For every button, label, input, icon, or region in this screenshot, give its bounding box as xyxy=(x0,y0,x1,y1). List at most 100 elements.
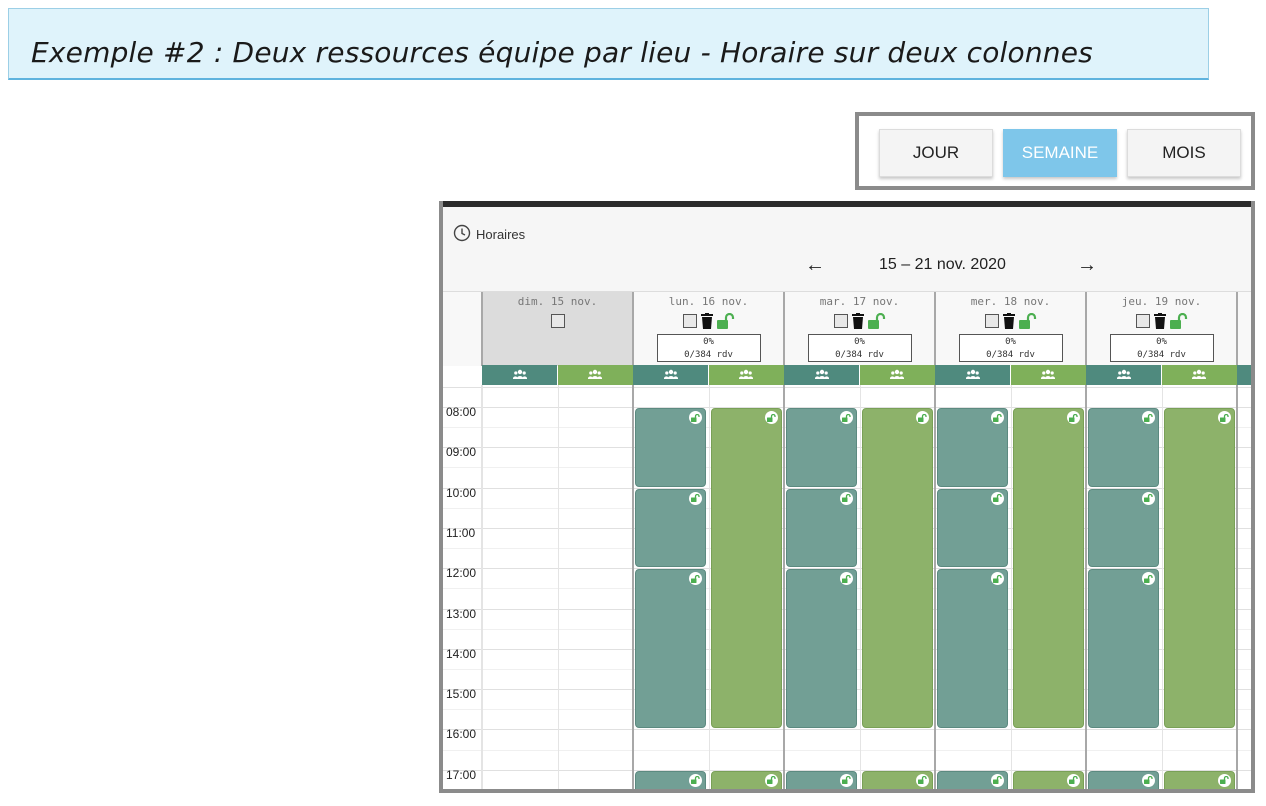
hour-line xyxy=(443,387,1251,388)
team-a-schedule-block[interactable] xyxy=(1088,569,1159,729)
team-b-schedule-block[interactable] xyxy=(1163,770,1235,789)
unlock-icon[interactable] xyxy=(991,411,1004,424)
team-icon xyxy=(965,366,980,384)
team-a-schedule-block[interactable] xyxy=(786,770,857,789)
unlock-icon[interactable] xyxy=(764,773,778,787)
unlock-icon[interactable] xyxy=(915,411,929,424)
select-day-checkbox[interactable] xyxy=(833,314,848,328)
day-label: dim. 15 nov. xyxy=(517,295,598,308)
page-title: Exemple #2 : Deux ressources équipe par … xyxy=(31,36,1093,69)
time-grid: 08:00 09:00 10:00 11:00 12:00 13:00 14:00 15:00… xyxy=(443,385,1251,789)
trash-icon[interactable] xyxy=(851,313,864,329)
half-hour-line xyxy=(443,790,1251,791)
column-line xyxy=(859,385,861,789)
team-a-schedule-block[interactable] xyxy=(786,569,857,729)
day-separator-line xyxy=(1085,385,1087,789)
column-line xyxy=(557,385,559,789)
team-a-schedule-block[interactable] xyxy=(937,408,1008,487)
trash-icon[interactable] xyxy=(1153,313,1166,329)
column-line xyxy=(1010,385,1012,789)
day-separator-line xyxy=(934,385,936,789)
team-a-schedule-block[interactable] xyxy=(937,488,1008,568)
team-a-schedule-block[interactable] xyxy=(1088,770,1159,789)
unlock-icon[interactable] xyxy=(840,572,853,586)
unlock-icon[interactable] xyxy=(915,773,929,787)
team-a-schedule-block[interactable] xyxy=(635,770,706,789)
unlock-icon[interactable] xyxy=(840,491,853,505)
appointment-count: 0/384 rdv xyxy=(835,350,884,360)
unlock-icon[interactable] xyxy=(1142,773,1155,787)
select-day-checkbox[interactable] xyxy=(682,314,697,328)
clock-icon xyxy=(453,224,471,242)
previous-week-arrow-icon[interactable]: ← xyxy=(805,254,825,277)
trash-icon[interactable] xyxy=(700,313,713,329)
unlock-icon[interactable] xyxy=(1142,572,1155,586)
team-icon xyxy=(663,366,678,384)
unlock-icon[interactable] xyxy=(689,572,702,586)
occupancy-stat: 0% 0/384 rdv xyxy=(1109,334,1214,362)
team-icon xyxy=(1040,366,1056,384)
team-b-schedule-block[interactable] xyxy=(1163,408,1235,729)
day-separator-line xyxy=(783,385,785,789)
select-day-checkbox[interactable] xyxy=(1135,314,1150,328)
occupancy-percent: 0% xyxy=(1156,337,1167,347)
unlock-icon[interactable] xyxy=(991,773,1004,787)
team-a-schedule-block[interactable] xyxy=(635,569,706,729)
trash-icon[interactable] xyxy=(1002,313,1015,329)
unlock-icon[interactable] xyxy=(1018,313,1037,329)
day-header-tuesday: mar. 17 nov. 0% 0/384 rdv xyxy=(783,292,934,366)
unlock-icon[interactable] xyxy=(1066,411,1080,424)
day-view-button[interactable]: JOUR xyxy=(879,129,993,177)
team-icon xyxy=(1191,366,1207,384)
unlock-icon[interactable] xyxy=(991,491,1004,505)
team-a-schedule-block[interactable] xyxy=(635,488,706,568)
team-icon xyxy=(738,366,754,384)
team-b-schedule-block[interactable] xyxy=(1012,770,1084,789)
team-icon xyxy=(587,366,603,384)
unlock-icon[interactable] xyxy=(840,773,853,787)
team-b-schedule-block[interactable] xyxy=(710,770,782,789)
unlock-icon[interactable] xyxy=(991,572,1004,586)
next-week-arrow-icon[interactable]: → xyxy=(1077,254,1097,277)
day-separator-line xyxy=(1236,385,1238,789)
occupancy-percent: 0% xyxy=(703,337,714,347)
unlock-icon[interactable] xyxy=(689,411,702,424)
calendar-title: Horaires xyxy=(476,227,526,242)
team-b-schedule-block[interactable] xyxy=(1012,408,1084,729)
select-day-checkbox[interactable] xyxy=(984,314,999,328)
team-a-schedule-block[interactable] xyxy=(1088,408,1159,487)
month-view-button[interactable]: MOIS xyxy=(1127,129,1241,177)
day-header-partial xyxy=(1236,292,1251,366)
team-a-schedule-block[interactable] xyxy=(635,408,706,487)
unlock-icon[interactable] xyxy=(867,313,886,329)
half-hour-line xyxy=(443,749,1251,751)
team-a-schedule-block[interactable] xyxy=(1088,488,1159,568)
week-view-button[interactable]: SEMAINE xyxy=(1003,129,1117,177)
select-day-checkbox[interactable] xyxy=(550,314,565,328)
team-a-schedule-block[interactable] xyxy=(937,569,1008,729)
team-a-schedule-block[interactable] xyxy=(786,488,857,568)
team-a-schedule-block[interactable] xyxy=(786,408,857,487)
team-a-schedule-block[interactable] xyxy=(937,770,1008,789)
unlock-icon[interactable] xyxy=(1142,491,1155,505)
unlock-icon[interactable] xyxy=(1217,773,1231,787)
team-resource-header xyxy=(1237,365,1251,385)
unlock-icon[interactable] xyxy=(689,773,702,787)
unlock-icon[interactable] xyxy=(1142,411,1155,424)
unlock-icon[interactable] xyxy=(716,313,735,329)
unlock-icon[interactable] xyxy=(1066,773,1080,787)
team-b-schedule-block[interactable] xyxy=(710,408,782,729)
occupancy-percent: 0% xyxy=(1005,337,1016,347)
unlock-icon[interactable] xyxy=(1169,313,1188,329)
unlock-icon[interactable] xyxy=(689,491,702,505)
time-label: 17:00 xyxy=(446,767,477,782)
team-b-schedule-block[interactable] xyxy=(861,770,933,789)
team-b-schedule-block[interactable] xyxy=(861,408,933,729)
occupancy-stat: 0% 0/384 rdv xyxy=(958,334,1063,362)
unlock-icon[interactable] xyxy=(1217,411,1231,424)
unlock-icon[interactable] xyxy=(840,411,853,424)
resource-row xyxy=(443,365,1251,385)
occupancy-stat: 0% 0/384 rdv xyxy=(656,334,761,362)
unlock-icon[interactable] xyxy=(764,411,778,424)
calendar-header: Horaires ← 15 – 21 nov. 2020 → xyxy=(443,207,1251,291)
